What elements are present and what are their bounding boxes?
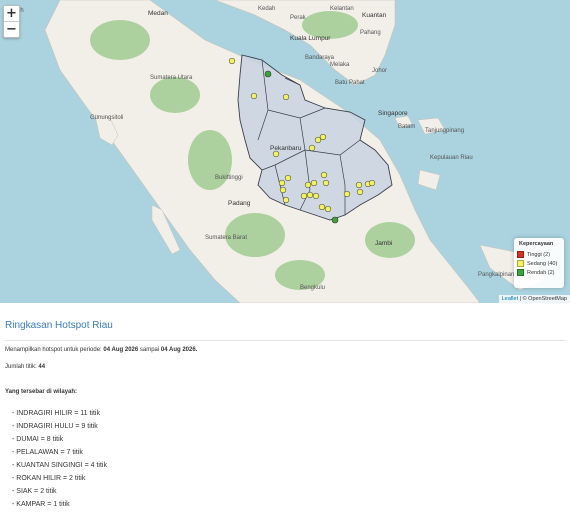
map-label: Johor [372, 68, 388, 74]
legend-swatch [517, 251, 524, 258]
zoom-in-button[interactable]: + [4, 6, 19, 21]
hotspot-point [318, 203, 326, 211]
hotspot-point [368, 179, 376, 187]
map-attribution: Leaflet | © OpenStreetMap [498, 295, 570, 303]
legend-item: Rendah (2) [517, 269, 561, 276]
period-mid: sampai [139, 347, 160, 353]
hotspot-point [282, 93, 290, 101]
divider [5, 340, 565, 341]
map-label: Gunungsitoli [90, 115, 124, 121]
spread-label: Yang tersebar di wilayah: [5, 389, 77, 395]
hotspot-point [319, 133, 327, 141]
region-item: - INDRAGIRI HULU = 9 titik [12, 423, 98, 430]
map-label: Tanjungpinang [425, 128, 465, 134]
legend-swatch [517, 269, 524, 276]
zoom-out-button[interactable]: − [4, 21, 19, 37]
period-text: Menampilkan hotspot untuk periode: 04 Au… [5, 347, 197, 353]
map-label: Bandaraya [305, 55, 335, 61]
hotspot-point [278, 179, 286, 187]
map-label: Padang [228, 200, 251, 207]
map-label: Kepulauan Riau [430, 155, 473, 161]
spread-label-text: Yang tersebar di wilayah: [5, 389, 78, 395]
region-item: - PELALAWAN = 7 titik [12, 449, 83, 456]
map-label: Perak [290, 15, 306, 21]
hotspot-point [343, 190, 351, 198]
region-item: - SIAK = 2 titik [12, 488, 57, 495]
hotspot-point [282, 196, 290, 204]
count-label: Jumlah titik: [5, 364, 37, 370]
hotspot-point [320, 171, 328, 179]
count-text: Jumlah titik: 44 [5, 364, 45, 370]
region-item: - KAMPAR = 1 titik [12, 501, 70, 508]
hotspot-map[interactable]: Aceh Medan Kedah Kelantan Perak Pahang K… [0, 0, 570, 303]
count-value: 44 [38, 364, 46, 370]
hotspot-point [312, 192, 320, 200]
map-label: Kuala Lumpur [290, 35, 331, 42]
map-label: Melaka [330, 62, 350, 68]
hotspot-point [356, 188, 364, 196]
summary-panel: Ringkasan Hotspot Riau Menampilkan hotsp… [0, 303, 570, 517]
zoom-control: + − [3, 5, 20, 38]
hotspot-point [308, 144, 316, 152]
period-start: 04 Aug 2026 [103, 347, 139, 353]
region-list: - INDRAGIRI HILIR = 11 titik - INDRAGIRI… [12, 407, 107, 511]
region-item: - INDRAGIRI HILIR = 11 titik [12, 410, 100, 417]
map-label: Bukittinggi [215, 175, 243, 181]
hotspot-point [314, 136, 322, 144]
hotspot-point [250, 92, 258, 100]
hotspot-point [284, 174, 292, 182]
hotspot-point [324, 205, 332, 213]
hotspot-point [355, 181, 363, 189]
legend-title: Kepercayaan [519, 241, 554, 247]
legend-item: Sedang (40) [517, 260, 561, 267]
map-legend: Kepercayaan Tinggi (2) Sedang (40) Renda… [514, 238, 564, 288]
forest-patch [90, 20, 150, 60]
map-label: Pangkalpinang [478, 272, 518, 278]
hotspot-point [228, 57, 236, 65]
hotspot-point [331, 216, 339, 224]
period-prefix: Menampilkan hotspot untuk periode: [5, 347, 102, 353]
map-label: Singapore [378, 110, 408, 117]
legend-label: Rendah (2) [527, 269, 555, 276]
hotspot-point [300, 192, 308, 200]
region-item: - DUMAI = 8 titik [12, 436, 64, 443]
legend-label: Sedang (40) [527, 260, 558, 267]
map-label: Bengkulu [300, 285, 326, 291]
map-label: Pahang [360, 30, 381, 36]
hotspot-point [306, 191, 314, 199]
legend-item: Tinggi (2) [517, 251, 561, 258]
map-label: Batam [398, 124, 416, 130]
forest-patch [150, 77, 200, 113]
hotspot-point [264, 70, 272, 78]
hotspot-point [279, 186, 287, 194]
forest-patch [188, 130, 232, 190]
region-item: - ROKAN HILIR = 2 titik [12, 475, 86, 482]
leaflet-link[interactable]: Leaflet [502, 296, 519, 302]
map-label: Jambi [375, 240, 393, 247]
hotspot-point [322, 179, 330, 187]
summary-title: Ringkasan Hotspot Riau [5, 320, 113, 331]
region-item: - KUANTAN SINGINGI = 4 titik [12, 462, 107, 469]
hotspot-point [272, 150, 280, 158]
map-label: Kedah [258, 6, 276, 12]
period-end: 04 Aug 2026. [160, 347, 198, 353]
map-label: Sumatera Utara [150, 75, 193, 81]
legend-swatch [517, 260, 524, 267]
map-label: Sumatera Barat [205, 235, 248, 241]
lingga-island [417, 169, 441, 191]
map-label: Pekanbaru [270, 145, 302, 152]
map-label: Kelantan [330, 6, 354, 12]
map-label: Medan [148, 10, 168, 17]
hotspot-point [310, 179, 318, 187]
map-label: Kuantan [362, 12, 387, 19]
legend-label: Tinggi (2) [527, 251, 551, 258]
osm-attribution[interactable]: | © OpenStreetMap [520, 296, 567, 302]
map-label: Batu Pahat [335, 80, 365, 86]
hotspot-point [304, 181, 312, 189]
